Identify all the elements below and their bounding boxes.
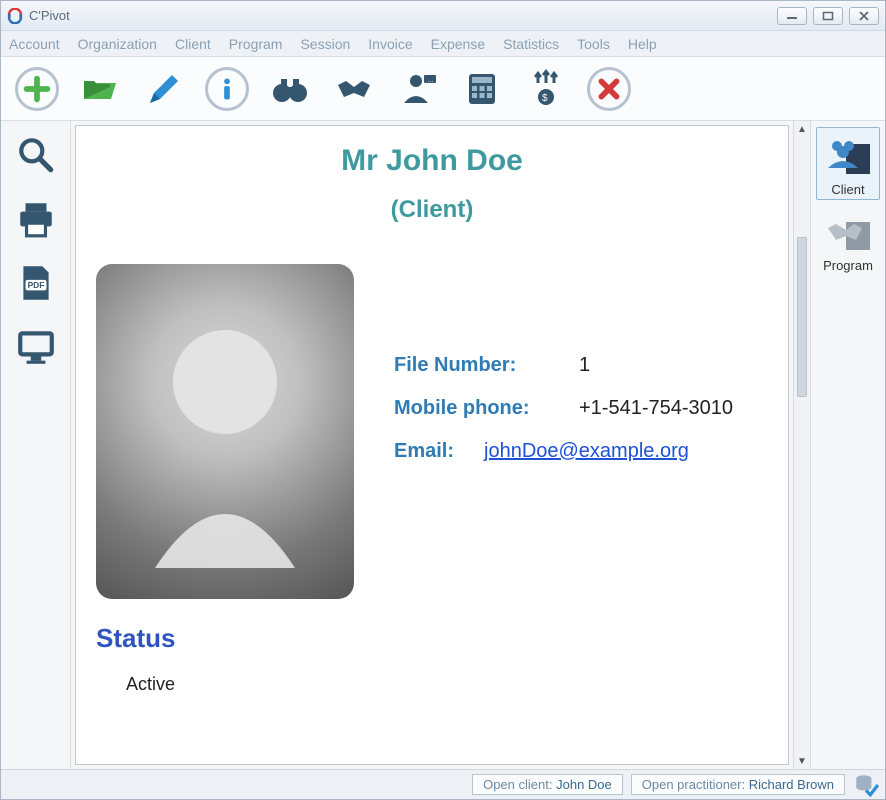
client-avatar: [96, 264, 354, 599]
open-client-status[interactable]: Open client: John Doe: [472, 774, 623, 795]
left-toolstrip: PDF: [1, 121, 71, 769]
svg-text:PDF: PDF: [27, 280, 44, 290]
open-practitioner-label: Open practitioner:: [642, 777, 745, 792]
menu-session[interactable]: Session: [300, 36, 350, 52]
status-value: Active: [126, 674, 768, 695]
menu-organization[interactable]: Organization: [78, 36, 157, 52]
client-name: Mr John Doe: [96, 144, 768, 178]
tab-client-label: Client: [831, 182, 864, 197]
open-client-label: Open client:: [483, 777, 552, 792]
file-number-label: File Number:: [394, 354, 569, 377]
scroll-up-icon[interactable]: ▲: [794, 121, 810, 137]
toolbar: … $: [1, 57, 885, 121]
tab-program[interactable]: Program: [816, 204, 880, 275]
menu-expense[interactable]: Expense: [431, 36, 485, 52]
expense-button[interactable]: $: [523, 66, 569, 112]
vertical-scrollbar[interactable]: ▲ ▼: [793, 121, 811, 769]
info-button[interactable]: [205, 67, 249, 111]
window-close-button[interactable]: [849, 7, 879, 25]
window-title: C'Pivot: [29, 8, 70, 23]
open-practitioner-status[interactable]: Open practitioner: Richard Brown: [631, 774, 845, 795]
handshake-button[interactable]: [331, 66, 377, 112]
statusbar: Open client: John Doe Open practitioner:…: [1, 769, 885, 799]
client-info: File Number: 1 Mobile phone: +1-541-754-…: [394, 264, 768, 599]
menu-statistics[interactable]: Statistics: [503, 36, 559, 52]
edit-button[interactable]: [141, 66, 187, 112]
menu-client[interactable]: Client: [175, 36, 211, 52]
window-maximize-button[interactable]: [813, 7, 843, 25]
titlebar: C'Pivot: [1, 1, 885, 31]
email-link[interactable]: johnDoe@example.org: [484, 440, 689, 463]
open-folder-button[interactable]: [77, 66, 123, 112]
svg-text:…: …: [427, 77, 434, 84]
monitor-button[interactable]: [12, 323, 60, 371]
open-client-value: John Doe: [556, 777, 612, 792]
mobile-phone-label: Mobile phone:: [394, 397, 569, 420]
db-check-icon[interactable]: [853, 772, 879, 798]
app-logo-icon: [7, 8, 23, 24]
calculator-button[interactable]: [459, 66, 505, 112]
menu-invoice[interactable]: Invoice: [368, 36, 412, 52]
window-minimize-button[interactable]: [777, 7, 807, 25]
menu-program[interactable]: Program: [229, 36, 283, 52]
delete-button[interactable]: [587, 67, 631, 111]
client-detail-panel: Mr John Doe (Client) File Number: 1 Mobi…: [75, 125, 789, 765]
handshake-icon: [824, 208, 872, 256]
menu-account[interactable]: Account: [9, 36, 60, 52]
add-button[interactable]: [15, 67, 59, 111]
pdf-button[interactable]: PDF: [12, 259, 60, 307]
right-tabstrip: Client Program: [811, 121, 885, 769]
file-number-value: 1: [579, 354, 590, 377]
menubar: Account Organization Client Program Sess…: [1, 31, 885, 57]
scroll-thumb[interactable]: [797, 237, 807, 397]
open-practitioner-value: Richard Brown: [749, 777, 834, 792]
svg-text:$: $: [542, 93, 548, 104]
menu-tools[interactable]: Tools: [577, 36, 610, 52]
menu-help[interactable]: Help: [628, 36, 657, 52]
status-header: Status: [96, 623, 768, 654]
search-button[interactable]: [12, 131, 60, 179]
mobile-phone-value: +1-541-754-3010: [579, 397, 733, 420]
client-role: (Client): [96, 196, 768, 224]
print-button[interactable]: [12, 195, 60, 243]
people-icon: [824, 132, 872, 180]
scroll-down-icon[interactable]: ▼: [794, 753, 810, 769]
binoculars-button[interactable]: [267, 66, 313, 112]
consultant-button[interactable]: …: [395, 66, 441, 112]
email-label: Email:: [394, 440, 484, 463]
tab-client[interactable]: Client: [816, 127, 880, 200]
tab-program-label: Program: [823, 258, 873, 273]
